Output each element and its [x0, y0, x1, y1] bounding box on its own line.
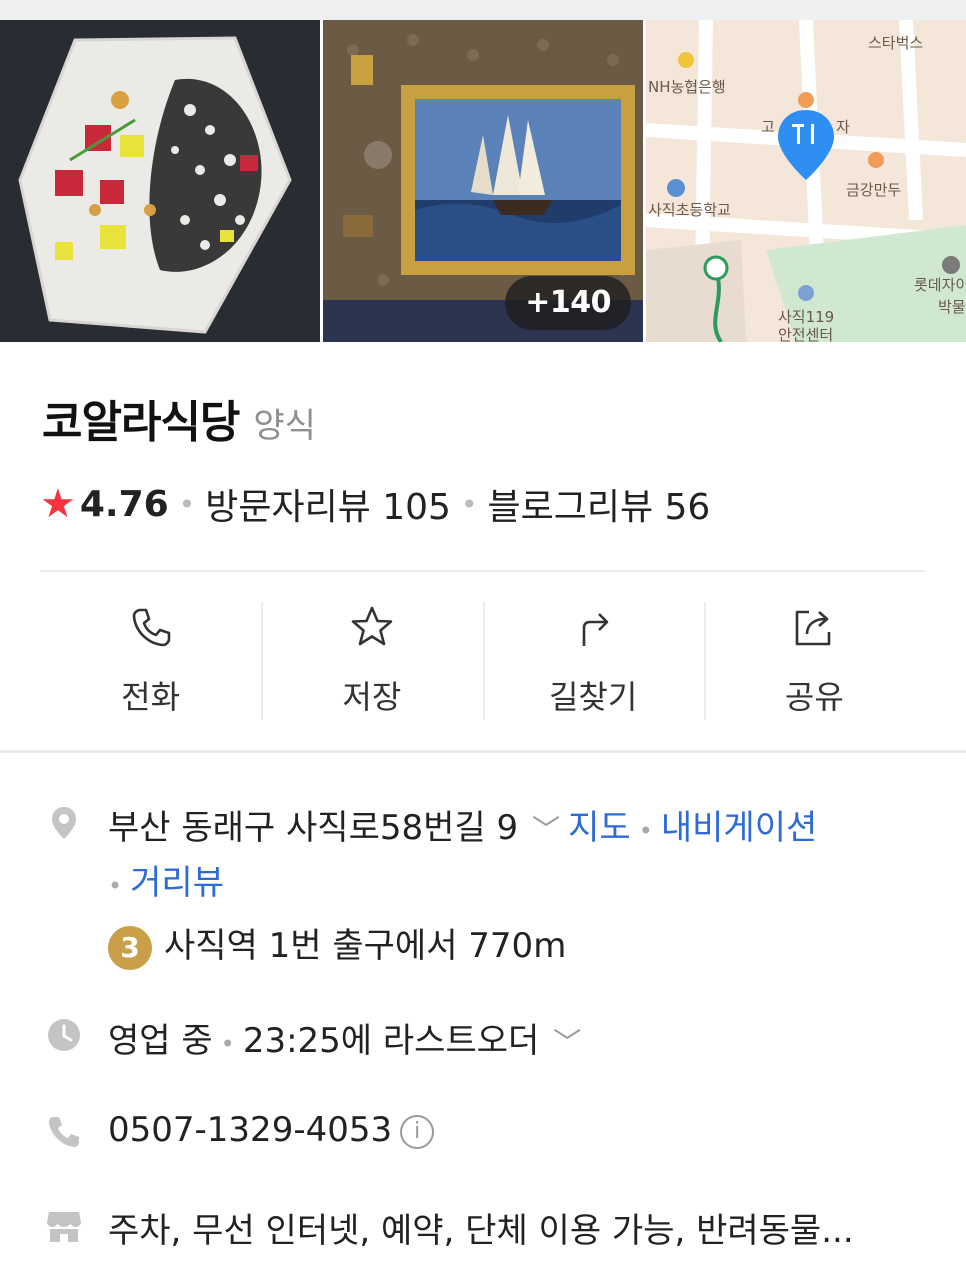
map-label-school: 사직초등학교	[648, 201, 731, 219]
location-pin-icon	[52, 807, 76, 839]
store-icon	[47, 1212, 81, 1242]
star-rating-icon: ★	[40, 481, 76, 527]
photo-gallery[interactable]: +140 스타벅스 NH농협은행 고 자 금강만두 사직초등학교 롯데자이 박물…	[0, 20, 966, 342]
separator-dot: •	[638, 817, 653, 845]
visitor-reviews-link[interactable]: 방문자리뷰 105	[205, 478, 451, 530]
subway-line-badge: 3	[108, 925, 152, 970]
action-bar: 전화 저장 길찾기 공유	[40, 600, 925, 722]
street-view-row: • 거리뷰	[108, 855, 224, 904]
phone-number[interactable]: 0507-1329-4053	[108, 1110, 392, 1150]
call-button[interactable]: 전화	[40, 600, 261, 722]
subway-row: 3 사직역 1번 출구에서 770m	[108, 918, 566, 970]
blog-reviews-link[interactable]: 블로그리뷰 56	[487, 478, 710, 530]
map-label-restaurant: 금강만두	[846, 181, 901, 199]
map-label-fire-station: 사직119	[778, 308, 834, 326]
phone-row: 0507-1329-4053 i	[108, 1110, 435, 1150]
directions-icon	[582, 613, 609, 646]
food-photo[interactable]	[0, 20, 320, 342]
last-order-text: 23:25에 라스트오더	[242, 1021, 540, 1061]
info-icon[interactable]: i	[400, 1114, 435, 1149]
navigation-link[interactable]: 내비게이션	[661, 808, 817, 848]
map-label-museum: 박물	[938, 298, 966, 316]
map-label-lotte: 롯데자이	[914, 276, 966, 294]
rating-score: 4.76	[79, 483, 169, 525]
top-strip	[0, 0, 966, 20]
save-label: 저장	[342, 678, 402, 716]
directions-label: 길찾기	[548, 678, 638, 716]
map-link[interactable]: 지도	[568, 808, 631, 848]
save-button[interactable]: 저장	[261, 600, 482, 722]
address-text: 부산 동래구 사직로58번길 9	[108, 808, 519, 848]
divider	[40, 570, 925, 572]
more-photos-badge[interactable]: +140	[505, 276, 631, 330]
place-header: 코알라식당 양식	[42, 386, 316, 450]
place-category: 양식	[253, 406, 316, 446]
chevron-down-icon[interactable]: ﹀	[532, 813, 560, 846]
map-thumbnail[interactable]: 스타벅스 NH농협은행 고 자 금강만두 사직초등학교 롯데자이 박물 사직11…	[646, 20, 966, 342]
map-label-safety-center: 안전센터	[778, 326, 833, 342]
share-icon	[796, 610, 831, 646]
address-row: 부산 동래구 사직로58번길 9 ﹀ 지도 • 내비게이션	[108, 800, 817, 849]
street-view-link[interactable]: 거리뷰	[130, 863, 224, 903]
chevron-down-icon[interactable]: ﹀	[553, 1026, 581, 1059]
business-status: 영업 중	[108, 1021, 213, 1061]
map-label-1: 고	[761, 118, 775, 136]
call-label: 전화	[121, 678, 181, 716]
separator-dot: •	[178, 487, 196, 521]
share-label: 공유	[784, 678, 844, 716]
star-icon	[351, 606, 393, 646]
phone-icon	[132, 608, 170, 647]
clock-icon	[48, 1019, 80, 1051]
map-label-nh-bank: NH농협은행	[648, 78, 726, 96]
amenities-text: 주차, 무선 인터넷, 예약, 단체 이용 가능, 반려동물...	[108, 1211, 854, 1251]
subway-distance: 사직역 1번 출구에서 770m	[164, 926, 567, 966]
phone-info-icon	[49, 1117, 79, 1147]
map-label-2: 자	[836, 118, 850, 136]
separator-dot: •	[460, 487, 478, 521]
amenities-row[interactable]: 주차, 무선 인터넷, 예약, 단체 이용 가능, 반려동물...	[108, 1203, 854, 1252]
section-divider	[0, 750, 966, 753]
separator-dot: •	[220, 1030, 235, 1058]
place-name: 코알라식당	[42, 397, 240, 448]
rating-row: ★ 4.76 • 방문자리뷰 105 • 블로그리뷰 56	[40, 478, 710, 530]
map-label-starbucks: 스타벅스	[868, 34, 923, 52]
hours-row[interactable]: 영업 중 • 23:25에 라스트오더 ﹀	[108, 1013, 589, 1062]
share-button[interactable]: 공유	[703, 600, 925, 722]
directions-button[interactable]: 길찾기	[482, 600, 704, 722]
interior-photo[interactable]: +140	[323, 20, 643, 342]
separator-dot: •	[108, 872, 123, 900]
